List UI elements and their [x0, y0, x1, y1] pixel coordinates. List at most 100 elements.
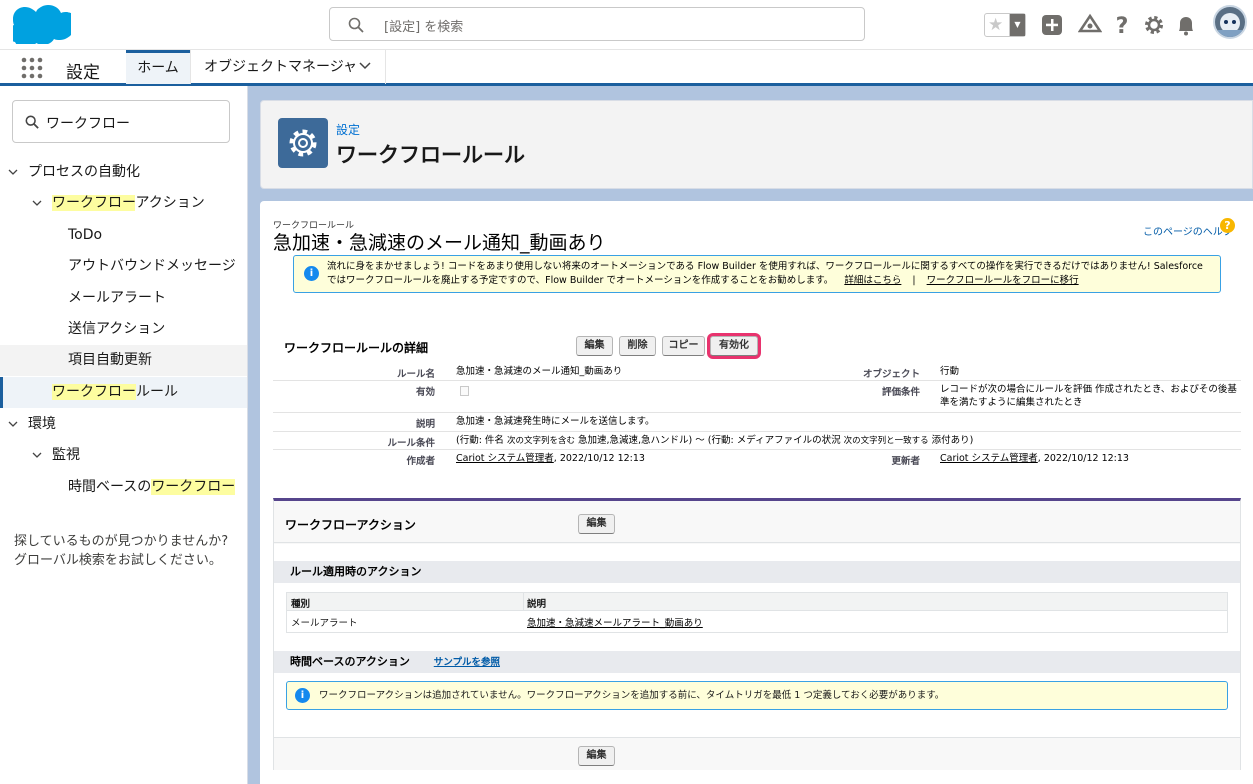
help-text-line: 探しているものが見つかりませんか? — [14, 534, 229, 549]
global-search[interactable]: [設定] を検索 — [329, 7, 865, 41]
link-separator: | — [912, 275, 916, 286]
add-icon[interactable] — [1040, 13, 1064, 37]
rule-criteria-value: (行動: 件名 次の文字列を含む 急加速,急減速,急ハンドル) ～ (行動: メ… — [456, 434, 973, 448]
rule-name-value: 急加速・急減速のメール通知_動画あり — [456, 366, 623, 377]
search-highlight: ワークフロー — [52, 384, 136, 400]
setup-gear-tile — [278, 118, 328, 168]
sidebar-item-label: メールアラート — [68, 290, 166, 306]
search-icon — [348, 17, 364, 33]
edit-button[interactable]: 編集 — [576, 336, 613, 356]
breadcrumb[interactable]: 設定 — [336, 121, 360, 138]
delete-button[interactable]: 削除 — [619, 336, 656, 356]
sidebar-item-process-automation[interactable]: プロセスの自動化 — [0, 157, 247, 188]
salesforce-logo[interactable] — [13, 4, 71, 44]
created-date: , 2022/10/12 12:13 — [553, 453, 645, 464]
help-icon[interactable]: ? — [1110, 13, 1134, 37]
tab-object-manager-label: オブジェクトマネージャ — [204, 59, 358, 75]
notifications-bell-icon[interactable] — [1174, 13, 1198, 37]
criteria-operator: 次の文字列を含む — [506, 436, 575, 446]
trailhead-icon[interactable] — [1078, 13, 1102, 37]
app-launcher-icon[interactable] — [21, 57, 43, 79]
edit-actions-button[interactable]: 編集 — [578, 514, 615, 534]
object-label: オブジェクト — [862, 369, 920, 380]
sidebar-item-label: ToDo — [68, 227, 103, 243]
sidebar-item-label: 送信アクション — [68, 321, 166, 337]
description-value: 急加速・急減速発生時にメールを送信します。 — [456, 416, 655, 427]
sidebar-item-label: 環境 — [28, 416, 56, 432]
column-description: 説明 — [527, 599, 547, 610]
tab-home[interactable]: ホーム — [126, 50, 190, 84]
sidebar-item-label: ルール — [136, 384, 178, 400]
sidebar-item-monitoring[interactable]: 監視 — [0, 440, 247, 471]
time-based-actions-header: 時間ベースのアクション サンプルを参照 — [274, 651, 1240, 673]
created-by-user-link[interactable]: Cariot システム管理者 — [456, 453, 554, 464]
info-icon: i — [304, 266, 319, 281]
search-highlight: ワークフロー — [151, 479, 236, 495]
sidebar-item-environment[interactable]: 環境 — [0, 409, 247, 440]
flow-builder-info-banner: i 流れに身をまかせましょう! コードをあまり使用しない将来のオートメーションで… — [293, 255, 1221, 293]
sidebar-item-time-based-workflow[interactable]: 時間ベースのワークフロー — [0, 472, 247, 503]
evaluation-criteria-value: レコードが次の場合にルールを評価 作成されたとき、およびその後基準を満たすように… — [940, 384, 1237, 408]
sidebar-item-label: 時間ベースの — [68, 479, 152, 495]
modified-by-user-link[interactable]: Cariot システム管理者 — [940, 453, 1038, 464]
chevron-down-icon[interactable] — [32, 452, 42, 459]
sidebar-item-label: プロセスの自動化 — [28, 164, 140, 180]
activate-button[interactable]: 有効化 — [710, 336, 758, 356]
immediate-actions-table: 種別 説明 メールアラート 急加速・急減速メールアラート_動画あり — [286, 592, 1228, 633]
copy-button[interactable]: コピー — [662, 336, 705, 356]
sidebar-item-label: 監視 — [52, 447, 80, 463]
email-alert-link[interactable]: 急加速・急減速メールアラート_動画あり — [527, 615, 703, 629]
learn-more-link[interactable]: 詳細はこちら — [844, 275, 901, 286]
page-title: ワークフロールール — [336, 143, 525, 167]
chevron-down-icon[interactable] — [32, 200, 42, 207]
edit-actions-bottom-button[interactable]: 編集 — [578, 746, 615, 766]
created-by-label: 作成者 — [406, 456, 435, 467]
search-highlight: ワークフロー — [52, 195, 136, 211]
rule-criteria-label: ルール条件 — [387, 438, 435, 449]
user-avatar[interactable] — [1213, 5, 1247, 39]
search-icon — [25, 115, 39, 129]
evaluation-criteria-label: 評価条件 — [881, 387, 920, 398]
migrate-to-flow-link[interactable]: ワークフロールールをフローに移行 — [927, 275, 1079, 286]
quick-find-input[interactable]: ワークフロー — [12, 100, 230, 143]
search-placeholder: [設定] を検索 — [384, 20, 464, 35]
column-type: 種別 — [291, 599, 311, 610]
detail-row: 説明 急加速・急減速発生時にメールを送信します。 — [273, 413, 1241, 432]
detail-row: ルール条件 (行動: 件名 次の文字列を含む 急加速,急減速,急ハンドル) ～ … — [273, 432, 1241, 450]
detail-row: 有効 評価条件 レコードが次の場合にルールを評価 作成されたとき、およびその後基… — [273, 381, 1241, 413]
time-based-actions-title: 時間ベースのアクション — [290, 655, 410, 668]
active-checkbox — [460, 386, 469, 396]
app-name: 設定 — [66, 63, 100, 83]
gear-icon[interactable] — [1142, 13, 1166, 37]
astro-avatar-icon — [1218, 13, 1242, 37]
svg-text:?: ? — [1116, 14, 1129, 37]
chevron-down-icon[interactable] — [8, 421, 18, 428]
modified-date: , 2022/10/12 12:13 — [1037, 453, 1129, 464]
modified-by-label: 更新者 — [891, 456, 920, 467]
chevron-down-icon[interactable] — [359, 62, 371, 70]
sidebar-item-send-actions[interactable]: 送信アクション — [0, 314, 247, 345]
sidebar-item-outbound-messages[interactable]: アウトバウンドメッセージ — [0, 251, 247, 282]
workflow-actions-section: ワークフローアクション 編集 ルール適用時のアクション 種別 説明 メールアラー… — [273, 498, 1241, 770]
tab-object-manager[interactable]: オブジェクトマネージャ — [190, 50, 386, 84]
favorites-button[interactable]: ★ ▼ — [984, 13, 1026, 37]
sidebar-item-label: 項目自動更新 — [68, 352, 152, 368]
workflow-rule-detail: ワークフロールール 急加速・急減速のメール通知_動画あり このページのヘルプ ?… — [260, 201, 1253, 784]
sidebar-item-email-alerts[interactable]: メールアラート — [0, 283, 247, 314]
sidebar-item-field-updates[interactable]: 項目自動更新 — [0, 345, 247, 376]
active-label: 有効 — [415, 387, 435, 398]
view-sample-link[interactable]: サンプルを参照 — [434, 657, 500, 668]
sidebar-item-workflow-actions[interactable]: ワークフローアクション — [0, 188, 247, 219]
chevron-down-icon[interactable] — [8, 169, 18, 176]
global-header: [設定] を検索 ★ ▼ ? — [0, 0, 1253, 50]
detail-row: 作成者 Cariot システム管理者, 2022/10/12 12:13 更新者… — [273, 450, 1241, 468]
criteria-operator: 次の文字列と一致する — [843, 436, 929, 446]
sidebar-item-workflow-rules[interactable]: ワークフロールール — [0, 377, 247, 408]
sidebar-item-label: アウトバウンドメッセージ — [68, 258, 236, 274]
app-nav-bar: 設定 ホーム オブジェクトマネージャ — [0, 50, 1253, 86]
favorites-dropdown-icon[interactable]: ▼ — [1009, 14, 1025, 36]
actions-footer: 編集 — [274, 737, 1240, 770]
help-question-icon[interactable]: ? — [1220, 218, 1235, 233]
sidebar-item-todo[interactable]: ToDo — [0, 220, 247, 251]
workflow-actions-title: ワークフローアクション — [285, 518, 416, 532]
